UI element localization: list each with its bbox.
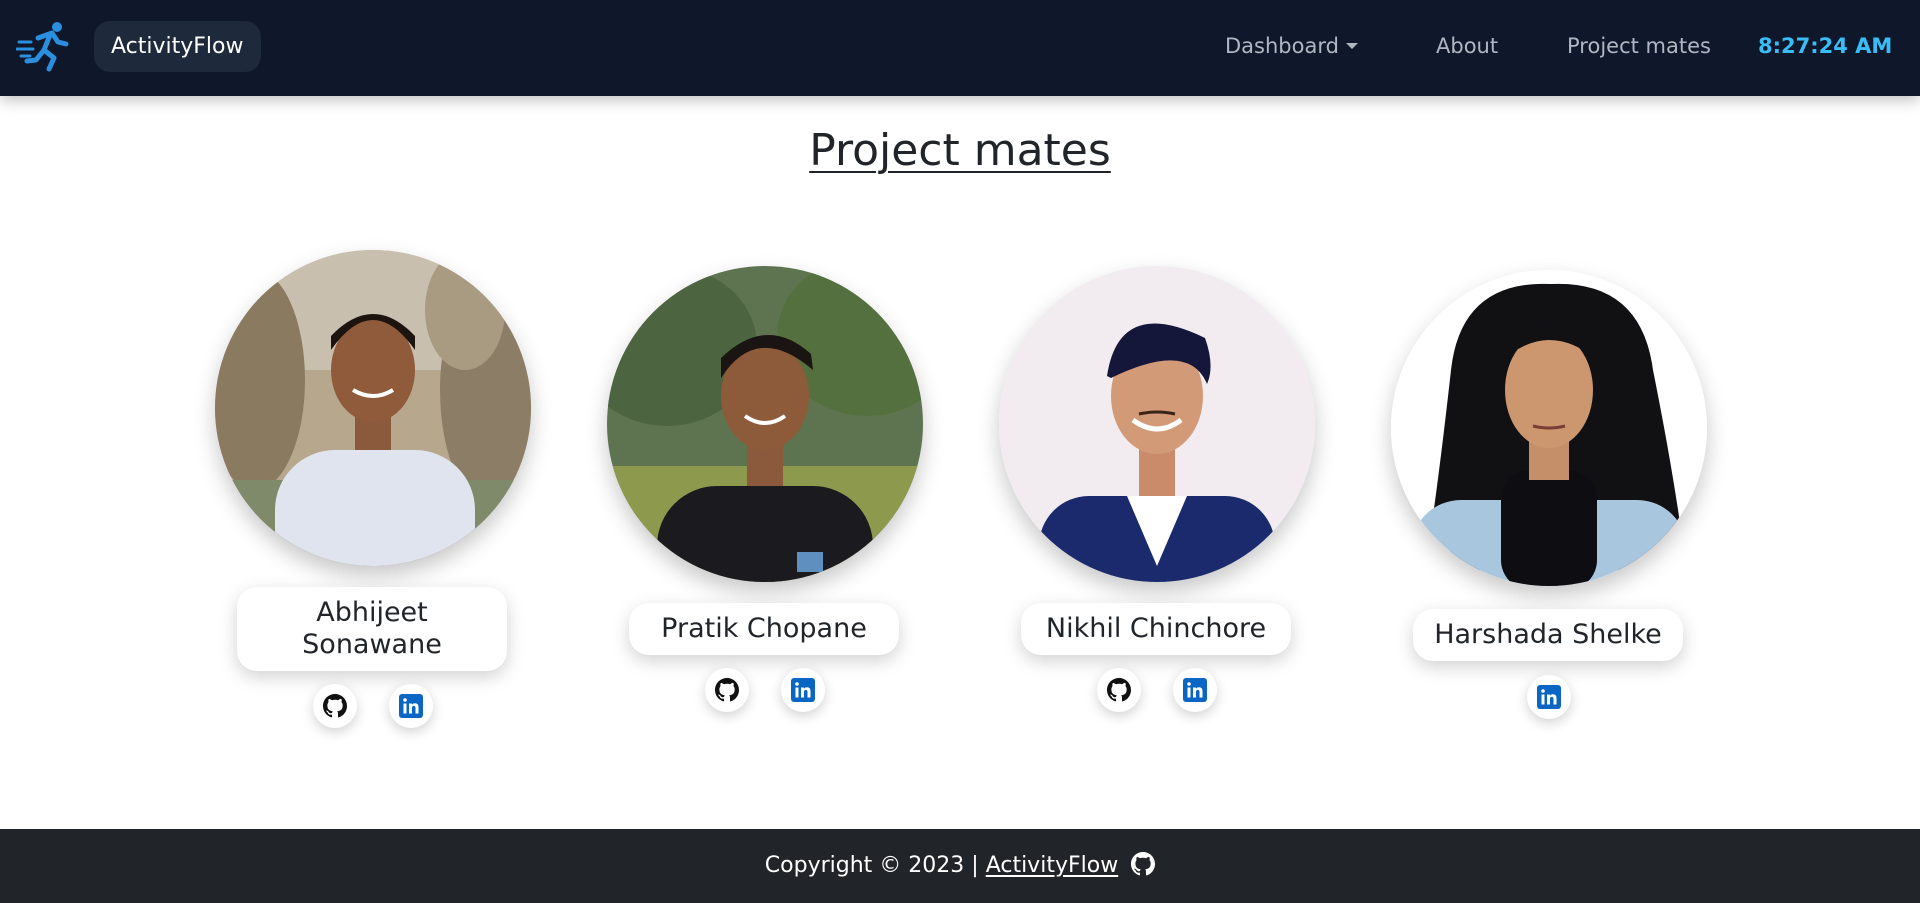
caret-down-icon — [1345, 43, 1358, 49]
linkedin-link[interactable] — [781, 668, 825, 712]
clock-display: 8:27:24 AM — [1758, 34, 1893, 58]
github-link[interactable] — [1097, 668, 1141, 712]
linkedin-link[interactable] — [1173, 668, 1217, 712]
linkedin-icon — [791, 678, 815, 702]
linkedin-link[interactable] — [1527, 675, 1571, 719]
mate-name-card: Harshada Shelke — [1413, 609, 1683, 661]
copyright-text: Copyright © 2023 | — [764, 853, 979, 878]
linkedin-icon — [1183, 678, 1207, 702]
mate-name-card: Abhijeet Sonawane — [237, 587, 507, 671]
mate-name-card: Pratik Chopane — [629, 603, 899, 655]
github-icon — [323, 694, 347, 718]
nav-dashboard-label: Dashboard — [1225, 34, 1339, 58]
runner-logo-icon[interactable] — [16, 20, 70, 72]
linkedin-link[interactable] — [389, 684, 433, 728]
github-icon[interactable] — [1131, 852, 1156, 876]
linkedin-icon — [399, 694, 423, 718]
mate-photo — [607, 266, 923, 582]
nav-project-mates-link[interactable]: Project mates — [1567, 30, 1711, 62]
navbar: ActivityFlow Dashboard About Project mat… — [0, 0, 1920, 96]
brand-link[interactable]: ActivityFlow — [94, 21, 261, 72]
footer-activityflow-link[interactable]: ActivityFlow — [986, 853, 1119, 878]
linkedin-icon — [1537, 685, 1561, 709]
github-icon — [1107, 678, 1131, 702]
nav-about-link[interactable]: About — [1436, 30, 1498, 62]
github-link[interactable] — [705, 668, 749, 712]
github-icon — [715, 678, 739, 702]
github-link[interactable] — [313, 684, 357, 728]
footer: Copyright © 2023 | ActivityFlow — [0, 829, 1920, 903]
page-title: Project mates — [809, 125, 1111, 176]
mate-photo — [999, 266, 1315, 582]
mate-photo — [1391, 270, 1707, 586]
nav-dashboard-dropdown[interactable]: Dashboard — [1225, 30, 1358, 62]
mate-name-card: Nikhil Chinchore — [1021, 603, 1291, 655]
mate-photo — [215, 250, 531, 566]
